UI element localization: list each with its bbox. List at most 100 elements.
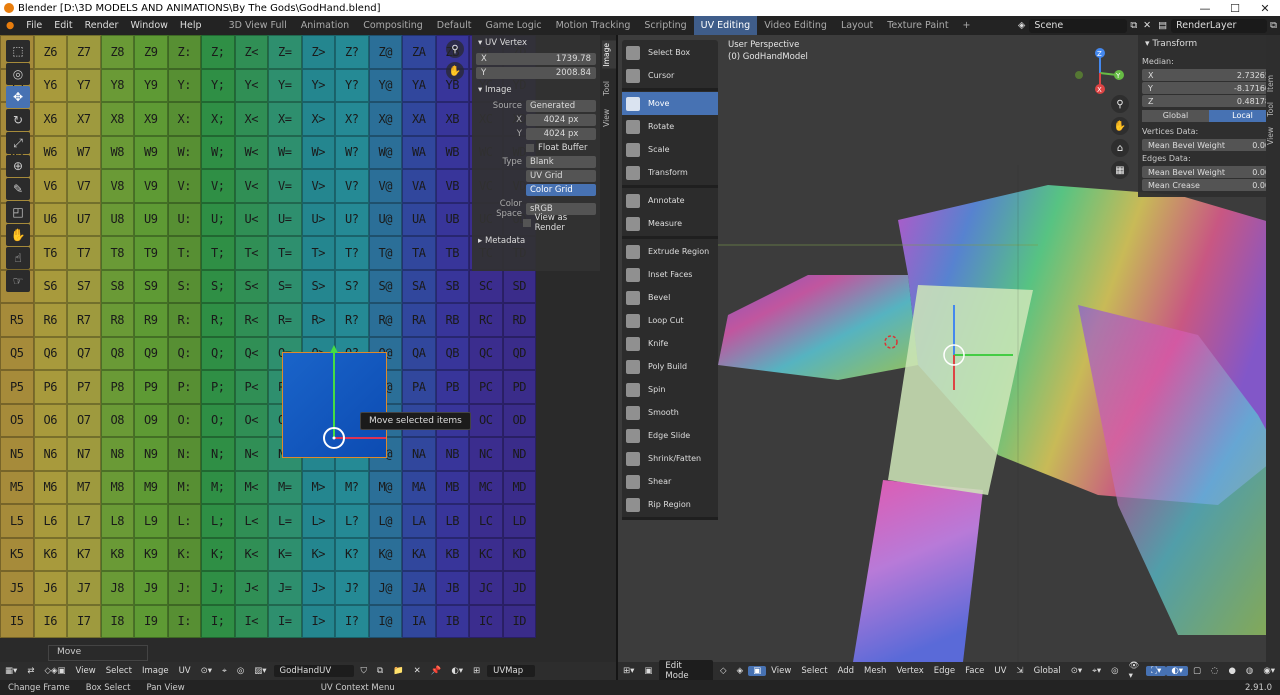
cursor-tool-icon[interactable]: ◎ bbox=[6, 63, 30, 85]
editor-type-icon[interactable]: ▦▾ bbox=[0, 666, 22, 676]
menu-vertex[interactable]: Vertex bbox=[891, 666, 928, 676]
uvmap-field[interactable]: UVMap bbox=[487, 665, 536, 677]
mean-crease-field[interactable]: Mean Crease 0.00 bbox=[1142, 179, 1276, 191]
workspace-tab-compositing[interactable]: Compositing bbox=[356, 16, 430, 35]
pin-icon[interactable]: 📌 bbox=[426, 666, 447, 676]
pivot-icon[interactable]: ⊙▾ bbox=[196, 666, 217, 676]
tool-shrink-fatten[interactable]: Shrink/Fatten bbox=[622, 447, 718, 470]
menu-render[interactable]: Render bbox=[79, 20, 125, 31]
menu-mesh[interactable]: Mesh bbox=[859, 666, 891, 676]
tool-rip-region[interactable]: Rip Region bbox=[622, 493, 718, 516]
zoom-icon[interactable]: ⚲ bbox=[446, 40, 464, 58]
transform-tool-icon[interactable]: ⊕ bbox=[6, 155, 30, 177]
add-workspace-button[interactable]: + bbox=[956, 16, 978, 35]
tool-annotate[interactable]: Annotate bbox=[622, 189, 718, 212]
type-uv-grid-option[interactable]: UV Grid bbox=[526, 169, 596, 182]
vertex-select-mode-icon[interactable]: ◇ bbox=[715, 666, 732, 676]
tool-extrude-region[interactable]: Extrude Region bbox=[622, 240, 718, 263]
tool-poly-build[interactable]: Poly Build bbox=[622, 355, 718, 378]
median-x-field[interactable]: X 2.73265 bbox=[1142, 69, 1276, 81]
tab-view[interactable]: View bbox=[1266, 127, 1280, 145]
open-image-icon[interactable]: 📁 bbox=[388, 666, 409, 676]
select-mode-icons[interactable]: ◇◈▣ bbox=[39, 666, 70, 676]
3d-viewport[interactable]: User Perspective (0) GodHandModel Select… bbox=[618, 35, 1280, 662]
scale-tool-icon[interactable]: ⤢ bbox=[6, 132, 30, 154]
float-buffer-checkbox[interactable] bbox=[526, 143, 534, 152]
image-name-field[interactable]: GodHandUV bbox=[273, 665, 354, 677]
render-layer-selector[interactable]: RenderLayer bbox=[1171, 18, 1268, 33]
minimize-button[interactable]: — bbox=[1190, 2, 1220, 15]
tool-bevel[interactable]: Bevel bbox=[622, 286, 718, 309]
menu-add[interactable]: Add bbox=[833, 666, 859, 676]
zoom-icon[interactable]: ⚲ bbox=[1111, 95, 1129, 113]
uv-vertex-y-field[interactable]: Y 2008.84 bbox=[476, 66, 596, 79]
menu-file[interactable]: File bbox=[20, 20, 48, 31]
camera-icon[interactable]: ⌂ bbox=[1111, 139, 1129, 157]
edge-bevel-weight-field[interactable]: Mean Bevel Weight 0.00 bbox=[1142, 166, 1276, 178]
tab-tool[interactable]: Tool bbox=[1266, 102, 1280, 117]
rip-tool-icon[interactable]: ◰ bbox=[6, 201, 30, 223]
tool-rotate[interactable]: Rotate bbox=[622, 115, 718, 138]
unlink-image-icon[interactable]: ✕ bbox=[409, 666, 426, 676]
menu-uv[interactable]: UV bbox=[174, 666, 196, 676]
blender-menu-icon[interactable]: ● bbox=[0, 20, 20, 31]
shading-render-icon[interactable]: ◉▾ bbox=[1258, 666, 1280, 676]
tool-loop-cut[interactable]: Loop Cut bbox=[622, 309, 718, 332]
edge-select-mode-icon[interactable]: ◈ bbox=[732, 666, 749, 676]
snap-icon[interactable]: ⌖ bbox=[217, 666, 232, 676]
menu-edge[interactable]: Edge bbox=[929, 666, 960, 676]
visibility-icon[interactable]: 👁▾ bbox=[1124, 661, 1147, 681]
workspace-tab-uv-editing[interactable]: UV Editing bbox=[693, 16, 758, 35]
menu-window[interactable]: Window bbox=[124, 20, 173, 31]
select-box-tool-icon[interactable]: ⬚ bbox=[6, 40, 30, 62]
size-x-field[interactable]: 4024 px bbox=[526, 113, 596, 126]
vertex-bevel-weight-field[interactable]: Mean Bevel Weight 0.00 bbox=[1142, 139, 1276, 151]
uv-vertex-x-field[interactable]: X 1739.78 bbox=[476, 52, 596, 65]
size-y-field[interactable]: 4024 px bbox=[526, 127, 596, 140]
menu-image[interactable]: Image bbox=[137, 666, 174, 676]
mode-selector[interactable]: Edit Mode bbox=[659, 660, 714, 682]
scene-selector[interactable]: Scene bbox=[1029, 18, 1128, 33]
median-z-field[interactable]: Z 0.48178 bbox=[1142, 95, 1276, 107]
uvmap-icon[interactable]: ⊞ bbox=[468, 666, 485, 676]
tool-move[interactable]: Move bbox=[622, 92, 718, 115]
orientation-gizmo[interactable]: Z Y X bbox=[1073, 45, 1133, 100]
editor-type-icon[interactable]: ⊞▾ bbox=[618, 666, 639, 676]
metadata-header[interactable]: ▸ Metadata bbox=[472, 233, 600, 249]
face-select-mode-icon[interactable]: ▣ bbox=[748, 666, 767, 676]
uv-move-gizmo[interactable] bbox=[250, 335, 410, 475]
tool-smooth[interactable]: Smooth bbox=[622, 401, 718, 424]
workspace-tab-game-logic[interactable]: Game Logic bbox=[478, 16, 548, 35]
proportional-icon[interactable]: ◎ bbox=[1106, 666, 1123, 676]
new-scene-icon[interactable]: ⧉ bbox=[1130, 20, 1137, 31]
tool-spin[interactable]: Spin bbox=[622, 378, 718, 401]
tool-inset-faces[interactable]: Inset Faces bbox=[622, 263, 718, 286]
shading-material-icon[interactable]: ◍ bbox=[1241, 666, 1258, 676]
tool-knife[interactable]: Knife bbox=[622, 332, 718, 355]
snap-icon[interactable]: ⌖▾ bbox=[1087, 666, 1106, 676]
type-blank-option[interactable]: Blank bbox=[526, 155, 596, 168]
workspace-tab-default[interactable]: Default bbox=[430, 16, 479, 35]
median-y-field[interactable]: Y -8.17160 bbox=[1142, 82, 1276, 94]
tab-image[interactable]: Image bbox=[602, 41, 616, 69]
xray-icon[interactable]: ▢ bbox=[1188, 666, 1206, 676]
sync-selection-icon[interactable]: ⇄ bbox=[22, 666, 39, 676]
tab-view[interactable]: View bbox=[602, 107, 616, 129]
tool-scale[interactable]: Scale bbox=[622, 138, 718, 161]
tab-item[interactable]: Item bbox=[1266, 75, 1280, 92]
menu-select[interactable]: Select bbox=[796, 666, 832, 676]
tool-select-box[interactable]: Select Box bbox=[622, 41, 718, 64]
type-color-grid-option[interactable]: Color Grid bbox=[526, 183, 596, 196]
tool-transform[interactable]: Transform bbox=[622, 161, 718, 184]
close-button[interactable]: ✕ bbox=[1250, 2, 1280, 15]
grid-icon[interactable]: ▦ bbox=[1111, 161, 1129, 179]
tool-edge-slide[interactable]: Edge Slide bbox=[622, 424, 718, 447]
image-fake-user-icon[interactable]: ⛉ bbox=[356, 666, 372, 676]
tab-tool[interactable]: Tool bbox=[602, 79, 616, 98]
annotate-tool-icon[interactable]: ✎ bbox=[6, 178, 30, 200]
source-dropdown[interactable]: Generated bbox=[526, 99, 596, 112]
workspace-tab-3d-view-full[interactable]: 3D View Full bbox=[222, 16, 294, 35]
pivot-icon[interactable]: ⊙▾ bbox=[1066, 666, 1087, 676]
menu-view[interactable]: View bbox=[766, 666, 796, 676]
menu-face[interactable]: Face bbox=[960, 666, 989, 676]
